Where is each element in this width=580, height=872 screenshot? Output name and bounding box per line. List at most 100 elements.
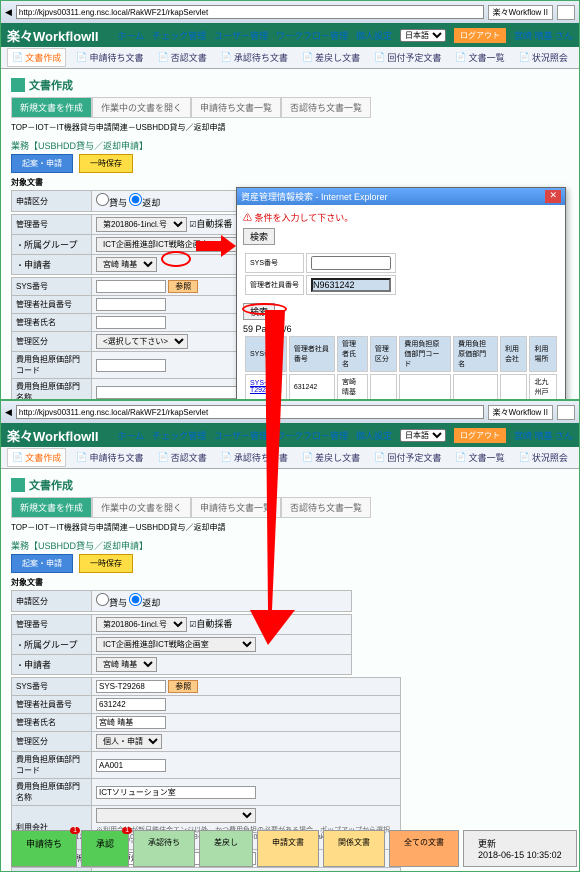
popup-col-name: 管理者氏名: [337, 336, 368, 372]
tab-new[interactable]: 新規文書を作成: [11, 97, 92, 118]
subnav-list-2[interactable]: 📄文書一覧: [451, 449, 508, 466]
save-button-2[interactable]: 一時保存: [79, 554, 133, 573]
subnav-approve[interactable]: 📄否認文書: [153, 49, 210, 66]
group-select[interactable]: ICT企画推進部ICT戦略企画室: [96, 237, 256, 252]
emp-no-input[interactable]: [96, 298, 166, 311]
submit-button-2[interactable]: 起案・申請: [11, 554, 73, 573]
logout-button-2[interactable]: ログアウト: [454, 428, 506, 443]
return-radio[interactable]: [129, 193, 142, 206]
mgmt-div-select[interactable]: <選択して下さい>: [96, 334, 188, 349]
browser-tab-2[interactable]: 楽々Workflow II: [488, 405, 553, 420]
nav-home-2[interactable]: ホーム: [117, 429, 144, 442]
subnav-scheduled-2[interactable]: 📄回付予定文書: [370, 449, 445, 466]
url-bar-2[interactable]: [16, 405, 484, 419]
tab-approve-2[interactable]: 否認待ち文書一覧: [281, 497, 371, 518]
subnav-status[interactable]: 📄状況照会: [515, 49, 572, 66]
nav-workflow[interactable]: ワークフロー管理: [276, 29, 348, 42]
subnav-confirm[interactable]: 📄承認待ち文書: [217, 49, 292, 66]
popup-emp-label: 管理者社員番号: [245, 275, 304, 295]
subnav-scheduled[interactable]: 📄回付予定文書: [370, 49, 445, 66]
return-radio-2[interactable]: [129, 593, 142, 606]
group-select-2[interactable]: ICT企画推進部ICT戦略企画室: [96, 637, 256, 652]
lang-select-2[interactable]: 日本語: [400, 429, 446, 442]
nav-workflow-2[interactable]: ワークフロー管理: [276, 429, 348, 442]
popup-search-button-2[interactable]: 検索: [243, 303, 275, 320]
nav-user[interactable]: ユーザー管理: [214, 29, 268, 42]
subnav-return[interactable]: 📄差戻し文書: [298, 49, 364, 66]
sys-input-2[interactable]: [96, 680, 166, 693]
back-icon-2[interactable]: ◀: [5, 407, 12, 418]
subnav-pending-2[interactable]: 📄申請待ち文書: [72, 449, 147, 466]
budget-name-label-2: 費用負担原価部門名称: [12, 779, 92, 806]
submit-button[interactable]: 起案・申請: [11, 154, 73, 173]
pill-update[interactable]: 更新2018-06-15 10:35:02: [463, 830, 577, 867]
lang-select[interactable]: 日本語: [400, 29, 446, 42]
company-select-2[interactable]: [96, 808, 256, 823]
logo-bar-2: 楽々WorkflowII ホーム チェック管理 ユーザー管理 ワークフロー管理 …: [1, 423, 579, 447]
tab-wip-2[interactable]: 作業中の文書を開く: [92, 497, 191, 518]
budget-code-input-2[interactable]: [96, 759, 166, 772]
subnav-return-2[interactable]: 📄差戻し文書: [298, 449, 364, 466]
mgmt-div-select-2[interactable]: 個人・申請: [96, 734, 162, 749]
mgmt-no-select-2[interactable]: 第201806-1incl.号: [96, 617, 187, 632]
lend-radio-2[interactable]: [96, 593, 109, 606]
popup-search-button-1[interactable]: 検索: [243, 228, 275, 245]
nav-personal[interactable]: 個人設定: [356, 29, 392, 42]
popup-emp-input[interactable]: [311, 278, 391, 292]
subnav-pending[interactable]: 📄申請待ち文書: [72, 49, 147, 66]
doc-icon-2: [11, 478, 25, 492]
subnav-create-2[interactable]: 📄文書作成: [7, 448, 66, 467]
emp-name-input[interactable]: [96, 316, 166, 329]
nav-personal-2[interactable]: 個人設定: [356, 429, 392, 442]
logo-bar: 楽々WorkflowII ホーム チェック管理 ユーザー管理 ワークフロー管理 …: [1, 23, 579, 47]
pill-all[interactable]: 全ての文書: [389, 830, 459, 867]
popup-result-row[interactable]: SYS-T29268 631242 宮崎 晴基 北九州戸: [245, 374, 557, 400]
tab-approve[interactable]: 否認待ち文書一覧: [281, 97, 371, 118]
browser-tab[interactable]: 楽々Workflow II: [488, 5, 553, 20]
popup-sys-input[interactable]: [311, 256, 391, 270]
nav-check-2[interactable]: チェック管理: [152, 429, 206, 442]
browser-tab-blank-2[interactable]: [557, 405, 575, 420]
tab-wip[interactable]: 作業中の文書を開く: [92, 97, 191, 118]
emp-no-input-2[interactable]: [96, 698, 166, 711]
sys-search-button-2[interactable]: 参照: [168, 680, 198, 693]
budget-name-input[interactable]: [96, 386, 256, 399]
subnav-confirm-2[interactable]: 📄承認待ち文書: [217, 449, 292, 466]
popup-col-sys: SYS番号: [245, 336, 287, 372]
tab-new-2[interactable]: 新規文書を作成: [11, 497, 92, 518]
save-button[interactable]: 一時保存: [79, 154, 133, 173]
applicant-select[interactable]: 宮崎 晴基: [96, 257, 157, 272]
tab-pending[interactable]: 申請待ち文書一覧: [191, 97, 281, 118]
sys-input[interactable]: [96, 280, 166, 293]
nav-user-2[interactable]: ユーザー管理: [214, 429, 268, 442]
pill-confirm[interactable]: 承認待ち: [133, 830, 195, 867]
emp-no-label-2: 管理者社員番号: [12, 696, 92, 714]
nav-home[interactable]: ホーム: [117, 29, 144, 42]
applicant-select-2[interactable]: 宮崎 晴基: [96, 657, 157, 672]
tab-pending-2[interactable]: 申請待ち文書一覧: [191, 497, 281, 518]
budget-name-input-2[interactable]: [96, 786, 256, 799]
subnav-status-2[interactable]: 📄状況照会: [515, 449, 572, 466]
budget-code-input[interactable]: [96, 359, 166, 372]
pill-return[interactable]: 差戻し: [199, 830, 253, 867]
pill-approve[interactable]: 承認1: [81, 830, 129, 867]
lend-radio[interactable]: [96, 193, 109, 206]
sys-search-button[interactable]: 参照: [168, 280, 198, 293]
pill-related[interactable]: 関係文書: [323, 830, 385, 867]
popup-close-icon[interactable]: ✕: [545, 190, 561, 203]
browser-tab-blank[interactable]: [557, 5, 575, 20]
subnav-create[interactable]: 📄文書作成: [7, 48, 66, 67]
pill-apply[interactable]: 申請文書: [257, 830, 319, 867]
emp-name-input-2[interactable]: [96, 716, 166, 729]
page-title-text-2: 文書作成: [29, 477, 73, 493]
nav-check[interactable]: チェック管理: [152, 29, 206, 42]
pill-pending[interactable]: 申請待ち1: [11, 830, 77, 867]
url-bar[interactable]: [16, 5, 484, 19]
popup-row-sys[interactable]: SYS-T29268: [245, 374, 287, 400]
subnav-list[interactable]: 📄文書一覧: [451, 49, 508, 66]
logout-button[interactable]: ログアウト: [454, 28, 506, 43]
subnav-approve-2[interactable]: 📄否認文書: [153, 449, 210, 466]
mgmt-no-select[interactable]: 第201806-1incl.号: [96, 217, 187, 232]
back-icon[interactable]: ◀: [5, 7, 12, 18]
form-table-b2: 管理番号第201806-1incl.号 ☑自動採番 ・所属グループICT企画推進…: [11, 614, 352, 675]
